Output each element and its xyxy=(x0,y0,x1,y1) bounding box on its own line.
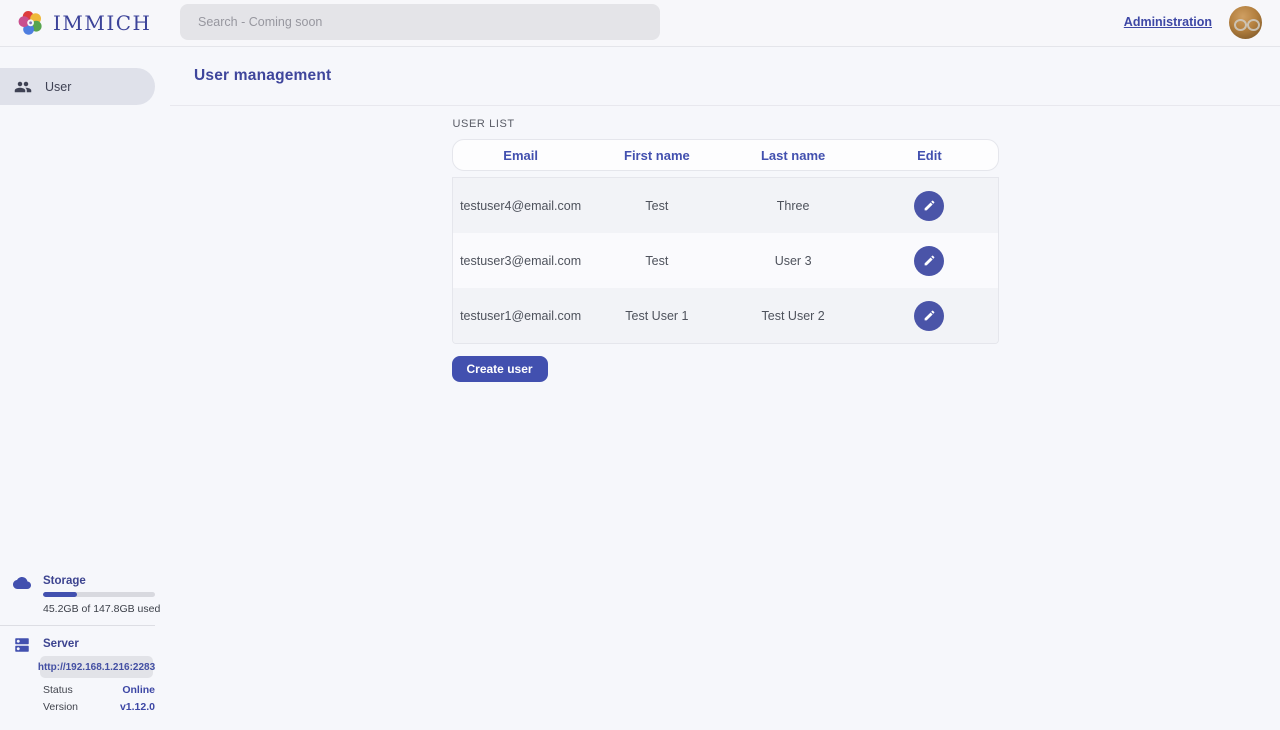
cell-first-name: Test xyxy=(589,254,725,268)
table-row: testuser4@email.com Test Three xyxy=(453,178,998,233)
cell-email: testuser3@email.com xyxy=(453,254,589,268)
server-url-badge: http://192.168.1.216:2283 xyxy=(40,656,153,678)
version-value: v1.12.0 xyxy=(120,701,155,713)
storage-progress-fill xyxy=(43,592,77,597)
search-bar xyxy=(180,4,660,40)
cell-last-name: Test User 2 xyxy=(725,309,861,323)
main-header: User management xyxy=(170,47,1280,106)
create-user-button[interactable]: Create user xyxy=(452,356,548,382)
pencil-icon xyxy=(923,309,936,322)
table-row: testuser1@email.com Test User 1 Test Use… xyxy=(453,288,998,343)
edit-user-button[interactable] xyxy=(914,246,944,276)
user-list-section: USER LIST Email First name Last name Edi… xyxy=(452,118,999,382)
edit-user-button[interactable] xyxy=(914,191,944,221)
version-label: Version xyxy=(43,701,78,713)
user-table-body: testuser4@email.com Test Three testuser3… xyxy=(452,177,999,344)
cloud-icon xyxy=(13,574,31,592)
sidebar-item-user[interactable]: User xyxy=(0,68,155,105)
storage-progress-bar xyxy=(43,592,155,597)
user-table-header: Email First name Last name Edit xyxy=(452,139,999,171)
cell-edit xyxy=(861,191,997,221)
cell-edit xyxy=(861,246,997,276)
cell-last-name: Three xyxy=(725,199,861,213)
brand[interactable]: IMMICH xyxy=(18,10,152,36)
users-icon xyxy=(14,78,32,96)
sidebar-divider xyxy=(0,625,155,626)
section-label: USER LIST xyxy=(453,118,999,130)
main-content: USER LIST Email First name Last name Edi… xyxy=(170,106,1280,730)
top-bar: IMMICH Administration xyxy=(0,0,1280,47)
cell-last-name: User 3 xyxy=(725,254,861,268)
user-avatar[interactable] xyxy=(1229,6,1262,39)
immich-admin-app: IMMICH Administration User Storage 45.2G… xyxy=(0,0,1280,730)
status-label: Status xyxy=(43,684,73,696)
administration-link[interactable]: Administration xyxy=(1124,15,1212,29)
column-header-edit: Edit xyxy=(861,148,997,163)
column-header-last-name: Last name xyxy=(725,148,861,163)
table-row: testuser3@email.com Test User 3 xyxy=(453,233,998,288)
pencil-icon xyxy=(923,254,936,267)
cell-email: testuser1@email.com xyxy=(453,309,589,323)
cell-first-name: Test User 1 xyxy=(589,309,725,323)
server-icon xyxy=(13,636,31,654)
pencil-icon xyxy=(923,199,936,212)
sidebar-item-label: User xyxy=(45,80,71,94)
server-status-row: Status Online xyxy=(43,684,155,696)
cell-email: testuser4@email.com xyxy=(453,199,589,213)
column-header-first-name: First name xyxy=(589,148,725,163)
cell-edit xyxy=(861,301,997,331)
server-version-row: Version v1.12.0 xyxy=(43,701,155,713)
search-input[interactable] xyxy=(198,15,642,29)
column-header-email: Email xyxy=(453,148,589,163)
brand-wordmark: IMMICH xyxy=(53,11,152,35)
page-title: User management xyxy=(194,67,331,85)
immich-flower-logo-icon xyxy=(18,10,44,36)
cell-first-name: Test xyxy=(589,199,725,213)
sidebar: User Storage 45.2GB of 147.8GB used Serv… xyxy=(0,47,170,730)
status-value: Online xyxy=(122,684,155,696)
storage-title: Storage xyxy=(43,575,86,587)
edit-user-button[interactable] xyxy=(914,301,944,331)
storage-usage-text: 45.2GB of 147.8GB used xyxy=(43,603,160,615)
server-title: Server xyxy=(43,638,79,650)
